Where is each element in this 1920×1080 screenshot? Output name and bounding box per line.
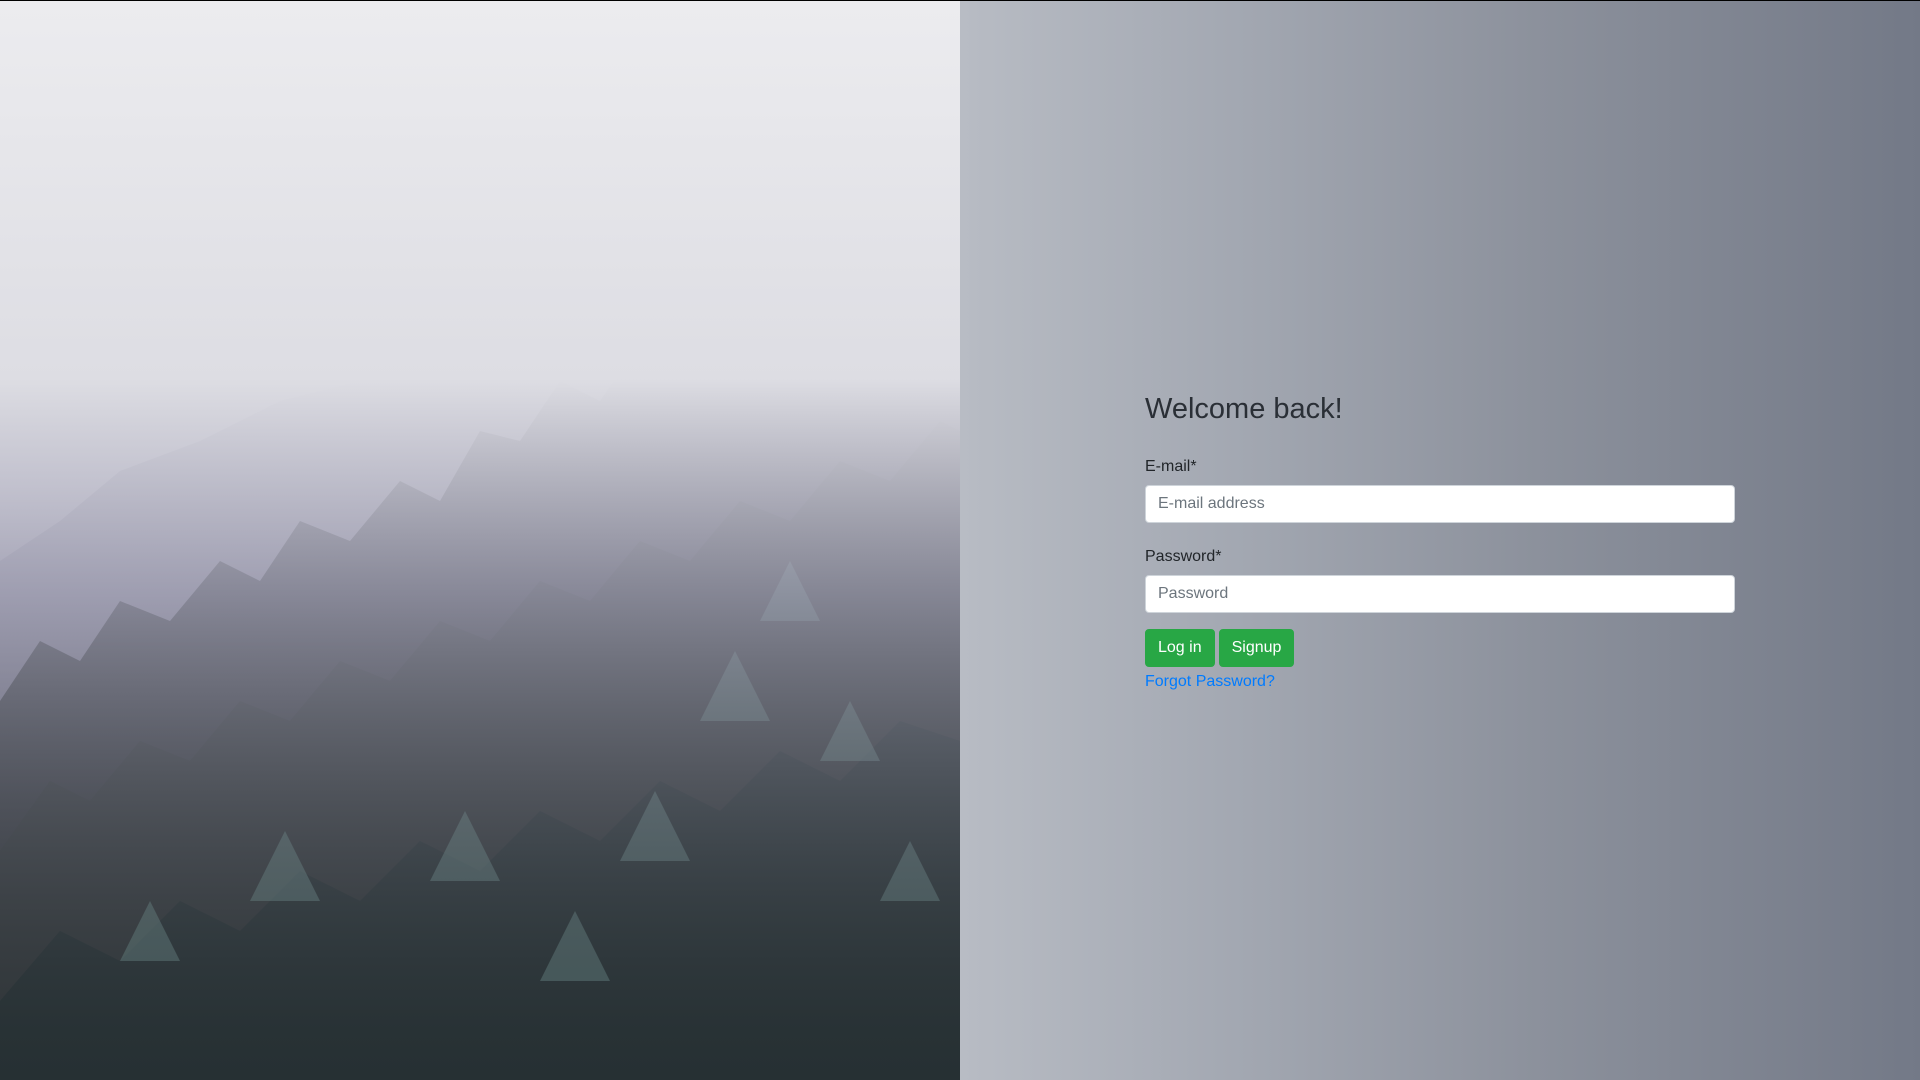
login-button[interactable]: Log in — [1145, 629, 1215, 667]
login-panel: Welcome back! E-mail* Password* Log in S… — [960, 1, 1920, 1080]
email-label: E-mail* — [1145, 458, 1197, 475]
password-field[interactable] — [1145, 575, 1735, 613]
signup-button[interactable]: Signup — [1218, 629, 1295, 667]
forest-background-image — [0, 1, 960, 1080]
login-form: Welcome back! E-mail* Password* Log in S… — [1145, 391, 1735, 693]
forgot-password-link[interactable]: Forgot Password? — [1145, 671, 1275, 693]
misty-forest-illustration — [0, 1, 960, 1080]
password-label: Password* — [1145, 548, 1222, 565]
email-field[interactable] — [1145, 485, 1735, 523]
welcome-heading: Welcome back! — [1145, 393, 1343, 425]
button-row: Log in Signup — [1145, 629, 1735, 667]
login-page: Welcome back! E-mail* Password* Log in S… — [0, 0, 1920, 1080]
